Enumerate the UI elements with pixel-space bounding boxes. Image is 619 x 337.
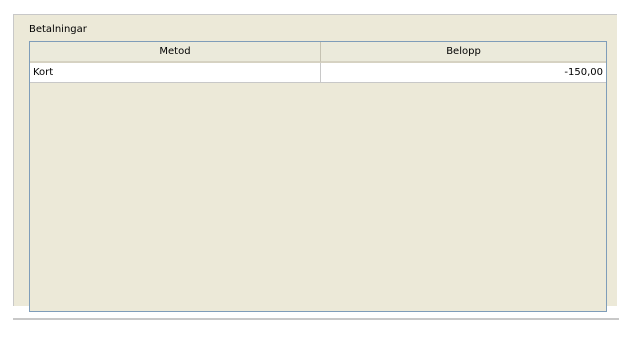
payment-method-cell: Kort [30, 63, 321, 82]
table-row[interactable]: Kort -150,00 [30, 63, 606, 83]
payments-table: Metod Belopp Kort -150,00 [29, 41, 607, 312]
panel-divider-highlight [13, 320, 619, 321]
column-header-amount[interactable]: Belopp [321, 42, 606, 63]
payment-amount-cell: -150,00 [564, 67, 603, 78]
column-header-method[interactable]: Metod [30, 42, 321, 63]
payments-group-label: Betalningar [29, 24, 87, 35]
table-header: Metod Belopp [30, 42, 606, 63]
